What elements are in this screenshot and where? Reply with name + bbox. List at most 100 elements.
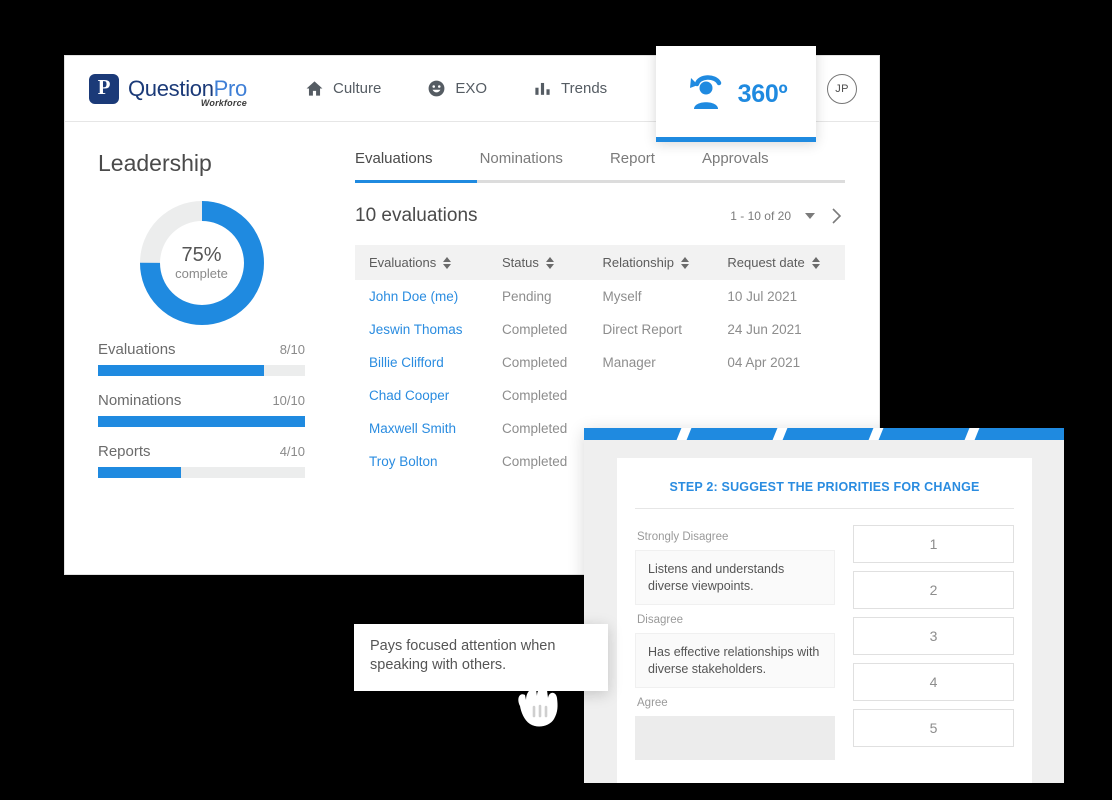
main-navigation: Culture EXO Trends [305,79,607,98]
module-tab-360[interactable]: 360º [656,46,816,142]
tab-approvals[interactable]: Approvals [702,150,769,180]
cell-relationship: Myself [602,289,642,304]
tab-nominations[interactable]: Nominations [480,150,563,180]
cell-name[interactable]: John Doe (me) [355,280,488,313]
grabbing-hand-cursor [508,676,570,732]
donut: 75% complete [138,199,266,327]
survey-step-title: STEP 2: SUGGEST THE PRIORITIES FOR CHANG… [669,480,980,494]
logo-accent-text: Pro [213,75,248,101]
sort-icon-relationship[interactable] [681,256,689,269]
cell-date: 04 Apr 2021 [727,355,801,370]
progress-track-reports [98,467,305,478]
cell-date: 10 Jul 2021 [727,289,798,304]
survey-stepper [584,428,1064,440]
sort-icon-evaluations[interactable] [443,256,452,269]
donut-caption: complete [175,266,228,281]
avatar[interactable]: JP [827,73,857,104]
donut-center-label: 75% complete [138,199,266,327]
rating-options: 1 2 3 4 5 [853,525,1014,763]
progress-row-reports: Reports 4/10 [98,443,305,478]
column-header-request-date[interactable]: Request date [713,245,845,280]
sort-icon-status[interactable] [545,256,554,269]
cell-status: Completed [501,454,568,469]
page-title: Leadership [98,150,212,176]
cell-name[interactable]: Troy Bolton [355,445,488,478]
drop-zone-empty[interactable] [635,716,835,760]
column-header-evaluations[interactable]: Evaluations [355,245,488,280]
bucket-agree: Agree [635,691,835,760]
module-tab-360-label: 360º [737,79,788,108]
progress-label-nominations: Nominations [98,392,182,409]
cell-status: Completed [501,388,568,403]
column-label-status: Status [501,255,539,270]
chevron-down-icon[interactable] [805,213,815,219]
stepper-divider [772,428,788,440]
tab-evaluations[interactable]: Evaluations [355,150,433,180]
next-page-icon[interactable] [829,207,845,225]
evaluations-count: 10 evaluations [355,205,478,226]
nav-item-culture[interactable]: Culture [305,79,381,98]
table-row[interactable]: Jeswin Thomas Completed Direct Report 24… [355,313,845,346]
cell-name[interactable]: Billie Clifford [355,346,488,379]
rating-option-1[interactable]: 1 [853,525,1014,563]
table-row[interactable]: Billie Clifford Completed Manager 04 Apr… [355,346,845,379]
table-row[interactable]: John Doe (me) Pending Myself 10 Jul 2021 [355,280,845,313]
questionpro-logo[interactable]: P QuestionPro Workforce [89,73,248,107]
bucket-strongly-disagree: Strongly Disagree Listens and understand… [635,525,835,605]
cell-name[interactable]: Maxwell Smith [355,412,488,445]
rating-option-4[interactable]: 4 [853,663,1014,701]
progress-label-reports: Reports [98,443,151,460]
progress-fill-nominations [98,416,305,427]
cell-name[interactable]: Chad Cooper [355,379,488,412]
progress-label-evaluations: Evaluations [98,341,176,358]
nav-item-exo[interactable]: EXO [427,79,487,98]
nav-item-trends[interactable]: Trends [533,79,607,98]
avatar-initials: JP [835,82,849,95]
progress-value-evaluations: 8/10 [279,342,305,357]
rating-option-3[interactable]: 3 [853,617,1014,655]
logo-mark-glyph: P [97,75,111,99]
left-summary-pane: Leadership 75% complete Evaluations 8/10… [65,122,335,574]
list-header: 10 evaluations 1 - 10 of 20 [355,205,845,227]
draggable-statement[interactable]: Listens and understands diverse viewpoin… [635,550,835,605]
smiley-icon [427,79,446,98]
stepper-divider [964,428,980,440]
nav-label-culture: Culture [333,80,382,97]
logo-sub-text: Workforce [200,97,247,108]
bucket-label: Strongly Disagree [637,531,729,543]
progress-fill-reports [98,467,181,478]
stepper-divider [868,428,884,440]
nav-label-trends: Trends [561,80,608,97]
progress-value-nominations: 10/10 [272,393,305,408]
bucket-disagree: Disagree Has effective relationships wit… [635,608,835,688]
column-header-relationship[interactable]: Relationship [588,245,714,280]
survey-buckets: Strongly Disagree Listens and understand… [635,525,835,763]
cell-relationship: Direct Report [602,322,682,337]
logo-main-text: Question [128,75,214,101]
survey-card: STEP 2: SUGGEST THE PRIORITIES FOR CHANG… [617,458,1032,783]
cell-relationship: Manager [602,355,656,370]
tab-report[interactable]: Report [610,150,655,180]
progress-track-nominations [98,416,305,427]
pagination: 1 - 10 of 20 [730,207,845,225]
rating-option-2[interactable]: 2 [853,571,1014,609]
cell-status: Completed [501,322,568,337]
completion-donut-chart: 75% complete [98,199,305,327]
person-rotate-icon [685,71,729,118]
draggable-statement[interactable]: Has effective relationships with diverse… [635,633,835,688]
column-label-request-date: Request date [727,255,805,270]
tab-active-indicator [355,180,477,183]
sort-icon-request-date[interactable] [811,256,820,269]
progress-fill-evaluations [98,365,264,376]
rating-option-5[interactable]: 5 [853,709,1014,747]
questionpro-logo-mark-icon: P [89,73,119,104]
tab-bar: Evaluations Nominations Report Approvals [355,150,845,180]
column-label-relationship: Relationship [602,255,674,270]
survey-panel: STEP 2: SUGGEST THE PRIORITIES FOR CHANG… [584,428,1064,783]
table-row[interactable]: Chad Cooper Completed [355,379,845,412]
stepper-divider [676,428,692,440]
column-header-status[interactable]: Status [487,245,589,280]
cell-status: Pending [501,289,552,304]
cell-name[interactable]: Jeswin Thomas [355,313,488,346]
bucket-label: Agree [637,697,668,709]
